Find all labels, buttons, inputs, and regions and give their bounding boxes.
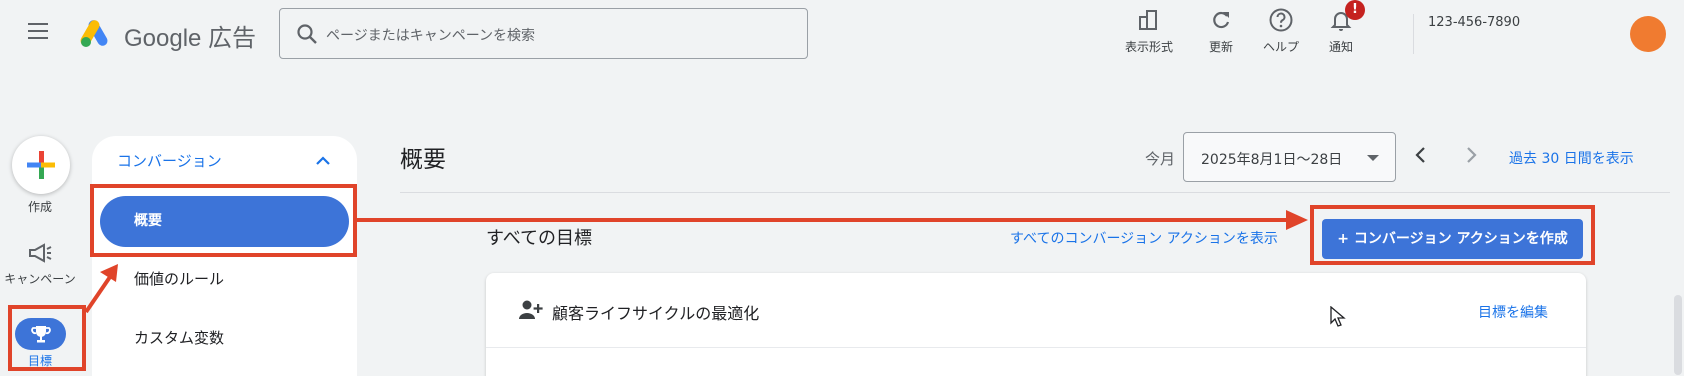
account-id[interactable]: 123-456-7890 xyxy=(1428,15,1520,30)
create-button[interactable] xyxy=(12,136,70,194)
overview-highlight xyxy=(90,184,357,257)
subnav-item-custom-variables[interactable]: カスタム変数 xyxy=(134,327,224,348)
create-label: 作成 xyxy=(27,200,52,214)
search-icon xyxy=(296,23,318,45)
card-divider xyxy=(486,347,1586,348)
header-divider xyxy=(400,192,1670,193)
chevron-right-icon[interactable] xyxy=(1459,143,1483,167)
view-format-label: 表示形式 xyxy=(1125,40,1174,54)
view-format-button[interactable]: 表示形式 xyxy=(1125,6,1173,55)
chevron-left-icon[interactable] xyxy=(1409,143,1433,167)
refresh-button[interactable]: 更新 xyxy=(1208,6,1234,55)
google-ads-logo[interactable] xyxy=(78,18,114,48)
avatar[interactable] xyxy=(1630,16,1666,52)
date-range-label: 今月 xyxy=(1145,150,1176,168)
goals-highlight xyxy=(8,305,86,371)
create-action-highlight xyxy=(1310,205,1595,265)
scrollbar[interactable] xyxy=(1672,130,1684,376)
edit-goals-link[interactable]: 目標を編集 xyxy=(1478,302,1548,322)
subnav-item-value-rules[interactable]: 価値のルール xyxy=(134,268,224,289)
brand-name: Google 広告 xyxy=(124,25,257,52)
search-input[interactable]: ページまたはキャンペーンを検索 xyxy=(326,25,535,45)
megaphone-icon[interactable] xyxy=(27,242,53,264)
chevron-up-icon[interactable] xyxy=(312,150,334,172)
plus-icon xyxy=(27,151,55,179)
mouse-cursor-icon xyxy=(1330,305,1346,328)
refresh-icon xyxy=(1208,6,1234,34)
campaigns-label[interactable]: キャンペーン xyxy=(0,272,80,286)
person-add-icon xyxy=(518,299,544,321)
subnav-header[interactable]: コンバージョン xyxy=(117,150,222,171)
dropdown-caret-icon xyxy=(1367,155,1379,161)
notifications-label: 通知 xyxy=(1328,40,1353,54)
top-bar: Google 広告 ページまたはキャンペーンを検索 表示形式 更新 ヘルプ ! … xyxy=(0,0,1684,70)
toolbar-divider xyxy=(1413,14,1414,54)
help-button[interactable]: ヘルプ xyxy=(1263,6,1299,55)
search-box[interactable]: ページまたはキャンペーンを検索 xyxy=(279,8,808,59)
section-title: すべての目標 xyxy=(486,228,593,249)
view-format-icon xyxy=(1136,6,1162,34)
past-30-days-link[interactable]: 過去 30 日間を表示 xyxy=(1509,148,1634,168)
refresh-label: 更新 xyxy=(1208,40,1233,54)
menu-icon[interactable] xyxy=(28,23,54,43)
notifications-button[interactable]: ! 通知 xyxy=(1328,0,1365,55)
date-range-select[interactable]: 2025年8月1日〜28日 xyxy=(1183,132,1396,182)
bell-icon: ! xyxy=(1328,0,1365,34)
scrollbar-thumb[interactable] xyxy=(1674,295,1682,375)
help-icon xyxy=(1268,6,1294,34)
goal-card-title: 顧客ライフサイクルの最適化 xyxy=(552,304,760,323)
goal-card: 顧客ライフサイクルの最適化 目標を編集 xyxy=(486,273,1586,376)
date-range-value: 2025年8月1日〜28日 xyxy=(1201,152,1343,168)
show-all-conversion-actions-link[interactable]: すべてのコンバージョン アクションを表示 xyxy=(1010,228,1278,248)
page-title: 概要 xyxy=(400,147,446,173)
notification-badge: ! xyxy=(1345,0,1365,20)
help-label: ヘルプ xyxy=(1263,40,1300,54)
